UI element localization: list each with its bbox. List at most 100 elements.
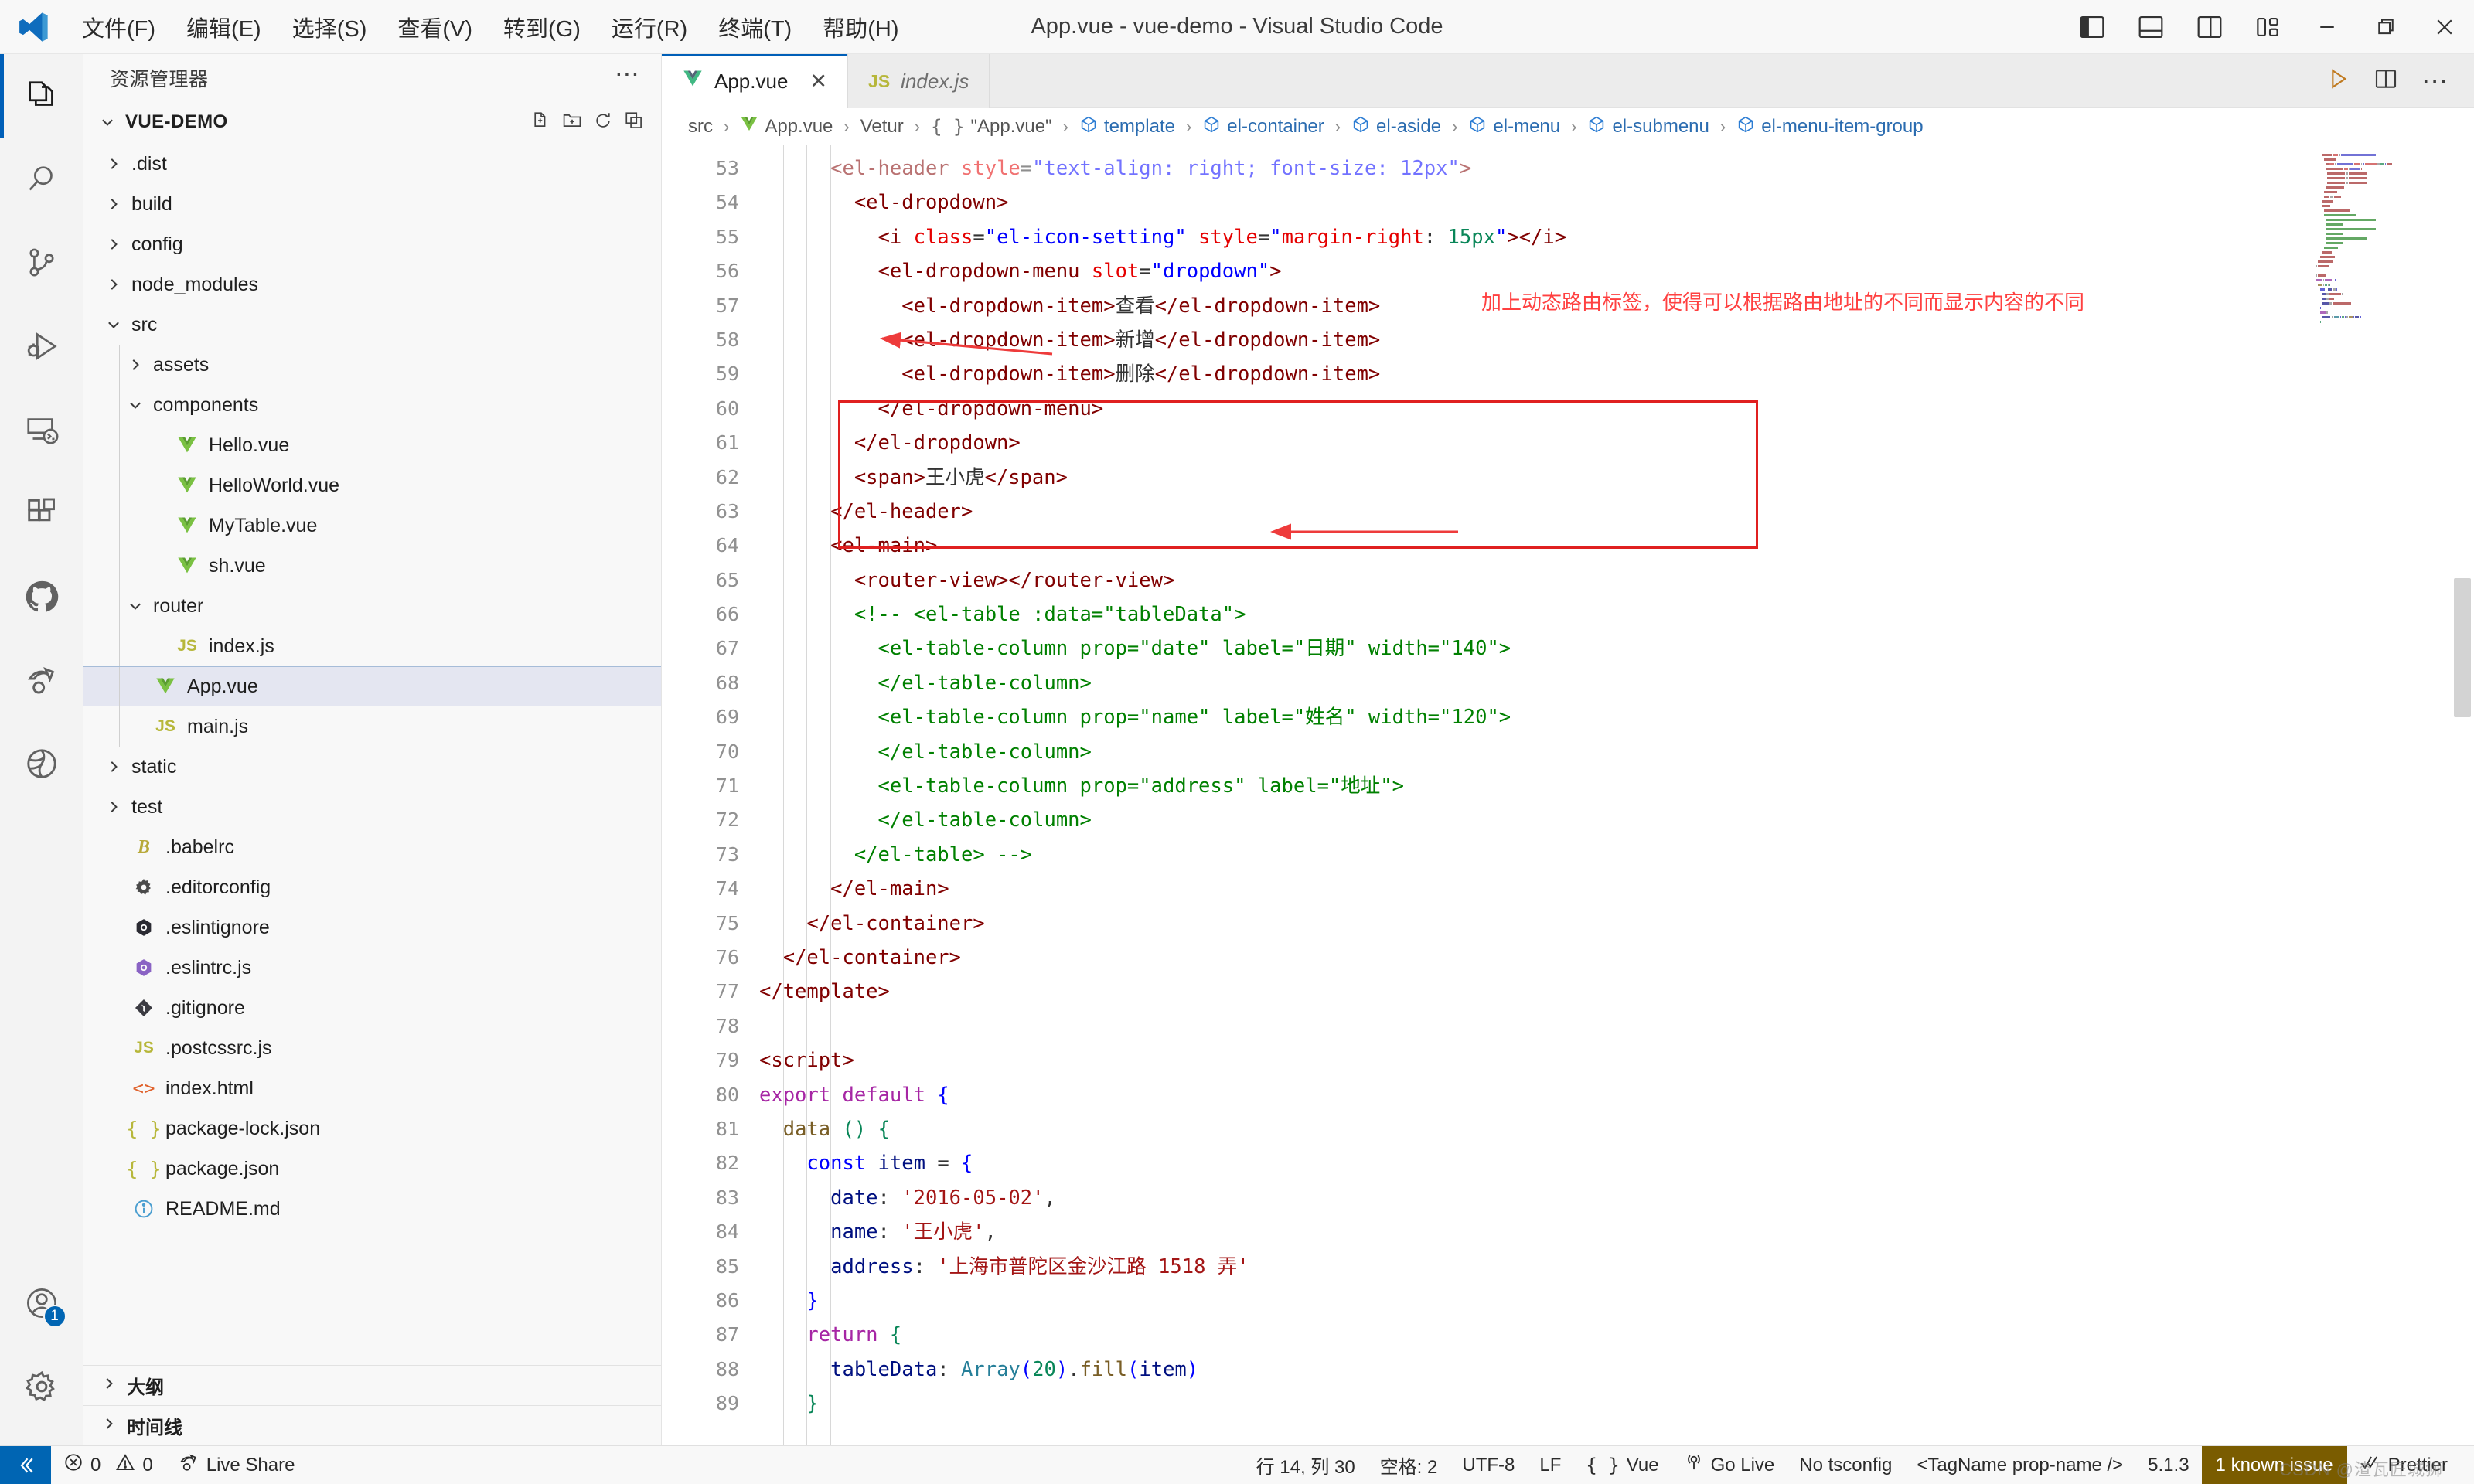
status-cursor-position[interactable]: 行 14, 列 30: [1244, 1446, 1368, 1484]
activitybar-manage-gear-icon[interactable]: [0, 1345, 83, 1428]
menu-edit[interactable]: 编辑(E): [171, 6, 277, 48]
tree-item-package-lock.json[interactable]: { } package-lock.json: [83, 1108, 661, 1149]
activitybar-search[interactable]: [0, 138, 83, 221]
menu-go[interactable]: 转到(G): [488, 6, 596, 48]
code-line[interactable]: </el-table-column>: [759, 735, 2474, 769]
tree-item-package.json[interactable]: { } package.json: [83, 1149, 661, 1189]
breadcrumb-item-vetur[interactable]: Vetur: [860, 116, 904, 138]
status-tagname[interactable]: <TagName prop-name />: [1904, 1446, 2135, 1484]
code-line[interactable]: [759, 1009, 2474, 1043]
menu-view[interactable]: 查看(V): [382, 6, 488, 48]
breadcrumb-item-app.vue[interactable]: { } "App.vue": [931, 116, 1051, 138]
code-line[interactable]: </el-table-column>: [759, 666, 2474, 700]
activitybar-source-control[interactable]: [0, 221, 83, 305]
breadcrumb-item-template[interactable]: template: [1079, 115, 1175, 139]
breadcrumb-item-app.vue[interactable]: App.vue: [740, 115, 833, 139]
tree-item-build[interactable]: build: [83, 184, 661, 224]
code-line[interactable]: <el-dropdown-item>新增</el-dropdown-item>: [759, 323, 2474, 357]
tree-item-.gitignore[interactable]: .gitignore: [83, 988, 661, 1028]
breadcrumb-item-el-aside[interactable]: el-aside: [1351, 115, 1441, 139]
code-line[interactable]: name: '王小虎',: [759, 1215, 2474, 1249]
status-language-mode[interactable]: { } Vue: [1573, 1446, 1671, 1484]
menu-help[interactable]: 帮助(H): [807, 6, 914, 48]
breadcrumb-item-el-menu-item-group[interactable]: el-menu-item-group: [1736, 115, 1924, 139]
code-line[interactable]: <el-dropdown>: [759, 186, 2474, 220]
breadcrumb-item-el-container[interactable]: el-container: [1202, 115, 1324, 139]
code-line[interactable]: <el-table-column prop="date" label="日期" …: [759, 631, 2474, 665]
status-known-issue[interactable]: 1 known issue: [2201, 1445, 2347, 1484]
tree-item-helloworld.vue[interactable]: HelloWorld.vue: [83, 465, 661, 505]
timeline-section[interactable]: 时间线: [83, 1405, 661, 1445]
remote-indicator-icon[interactable]: [0, 1445, 51, 1484]
tree-item-index.html[interactable]: <> index.html: [83, 1068, 661, 1108]
toggle-secondary-sidebar-icon[interactable]: [2180, 0, 2239, 54]
maximize-button[interactable]: [2356, 0, 2415, 54]
toggle-primary-sidebar-icon[interactable]: [2063, 0, 2121, 54]
tree-item-config[interactable]: config: [83, 224, 661, 264]
activitybar-live-share[interactable]: [0, 638, 83, 722]
tree-item-.dist[interactable]: .dist: [83, 144, 661, 184]
tree-item-src[interactable]: src: [83, 305, 661, 345]
tree-item-main.js[interactable]: JS main.js: [83, 706, 661, 747]
status-indentation[interactable]: 空格: 2: [1368, 1446, 1450, 1484]
code-line[interactable]: <el-dropdown-menu slot="dropdown">: [759, 254, 2474, 288]
explorer-root-header[interactable]: VUE-DEMO: [83, 102, 661, 142]
code-line[interactable]: </el-table> -->: [759, 838, 2474, 872]
breadcrumb-item-el-submenu[interactable]: el-submenu: [1587, 115, 1709, 139]
status-problems[interactable]: 0 0: [51, 1446, 165, 1484]
code-editor[interactable]: 53 54 55 56 57 58 59 60 61 62 63 64 65 66 67 68 69 70 71 72…: [662, 145, 2474, 1445]
code-line[interactable]: export default {: [759, 1078, 2474, 1112]
status-encoding[interactable]: UTF-8: [1450, 1446, 1527, 1484]
split-editor-icon[interactable]: [2373, 66, 2398, 95]
code-line[interactable]: }: [759, 1284, 2474, 1318]
status-tsconfig[interactable]: No tsconfig: [1787, 1446, 1904, 1484]
status-go-live[interactable]: Go Live: [1671, 1446, 1787, 1484]
tree-item-app.vue[interactable]: App.vue: [83, 666, 661, 706]
activitybar-remote-explorer[interactable]: [0, 388, 83, 471]
menu-selection[interactable]: 选择(S): [277, 6, 383, 48]
run-code-icon[interactable]: [2326, 66, 2350, 95]
code-line[interactable]: </el-container>: [759, 941, 2474, 975]
status-eol[interactable]: LF: [1527, 1446, 1573, 1484]
code-line[interactable]: <el-header style="text-align: right; fon…: [759, 151, 2474, 186]
code-line[interactable]: </el-table-column>: [759, 803, 2474, 837]
activitybar-copilot[interactable]: [0, 722, 83, 805]
activitybar-accounts[interactable]: 1: [0, 1261, 83, 1345]
tab-app-vue[interactable]: App.vue ✕: [662, 54, 849, 108]
tree-item-test[interactable]: test: [83, 787, 661, 827]
code-line[interactable]: <!-- <el-table :data="tableData">: [759, 597, 2474, 631]
code-line[interactable]: </el-container>: [759, 907, 2474, 941]
more-actions-icon[interactable]: ⋯: [2421, 68, 2448, 94]
refresh-icon[interactable]: [593, 111, 613, 134]
menu-terminal[interactable]: 终端(T): [703, 6, 807, 48]
tree-item-mytable.vue[interactable]: MyTable.vue: [83, 505, 661, 546]
editor-scrollbar[interactable]: [2454, 578, 2471, 717]
new-folder-icon[interactable]: [562, 111, 582, 134]
tree-item-.eslintrc.js[interactable]: .eslintrc.js: [83, 948, 661, 988]
code-line[interactable]: <el-table-column prop="address" label="地…: [759, 769, 2474, 803]
toggle-panel-icon[interactable]: [2121, 0, 2180, 54]
status-version[interactable]: 5.1.3: [2135, 1446, 2201, 1484]
tab-index-js[interactable]: JS index.js: [848, 54, 990, 108]
code-line[interactable]: tableData: Array(20).fill(item): [759, 1353, 2474, 1387]
code-line[interactable]: <script>: [759, 1043, 2474, 1077]
ellipsis-icon[interactable]: ⋯: [615, 61, 641, 87]
tree-item-.babelrc[interactable]: B .babelrc: [83, 827, 661, 867]
breadcrumb-item-el-menu[interactable]: el-menu: [1468, 115, 1560, 139]
code-content[interactable]: <el-header style="text-align: right; fon…: [759, 145, 2474, 1445]
tree-item-index.js[interactable]: JS index.js: [83, 626, 661, 666]
code-line[interactable]: data () {: [759, 1112, 2474, 1146]
customize-layout-icon[interactable]: [2239, 0, 2298, 54]
tree-item-node-modules[interactable]: node_modules: [83, 264, 661, 305]
new-file-icon[interactable]: [531, 111, 551, 134]
code-line[interactable]: address: '上海市普陀区金沙江路 1518 弄': [759, 1250, 2474, 1284]
collapse-all-icon[interactable]: [624, 111, 644, 134]
menu-file[interactable]: 文件(F): [66, 6, 171, 48]
close-icon[interactable]: ✕: [809, 70, 827, 94]
minimize-button[interactable]: [2298, 0, 2356, 54]
tree-item-components[interactable]: components: [83, 385, 661, 425]
code-line[interactable]: <i class="el-icon-setting" style="margin…: [759, 220, 2474, 254]
tree-item-.postcssrc.js[interactable]: JS .postcssrc.js: [83, 1028, 661, 1068]
tree-item-.eslintignore[interactable]: .eslintignore: [83, 907, 661, 948]
tree-item-hello.vue[interactable]: Hello.vue: [83, 425, 661, 465]
